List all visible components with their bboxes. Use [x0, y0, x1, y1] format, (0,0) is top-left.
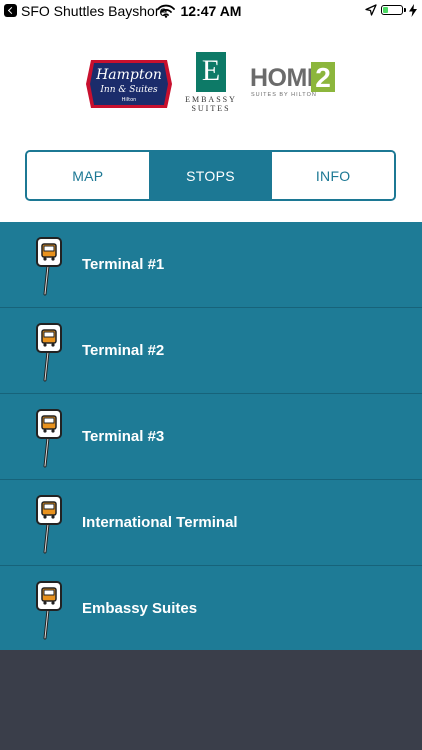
- tab-map[interactable]: MAP: [27, 152, 149, 199]
- stop-label: Embassy Suites: [82, 600, 198, 617]
- battery-cap: [404, 8, 406, 12]
- hotel-logos: Hampton Inn & Suites Hilton E EMBASSY SU…: [0, 48, 422, 120]
- stop-label: Terminal #1: [82, 256, 165, 273]
- embassy-line1: EMBASSY: [185, 95, 237, 104]
- stop-row-terminal-1[interactable]: Terminal #1: [0, 222, 422, 308]
- status-bar: SFO Shuttles Bayshore 12:47 AM: [0, 0, 422, 22]
- stop-row-terminal-2[interactable]: Terminal #2: [0, 308, 422, 394]
- home2-sub: SUITES BY HILTON: [251, 92, 317, 98]
- tab-stops[interactable]: STOPS: [148, 152, 272, 199]
- stop-row-terminal-3[interactable]: Terminal #3: [0, 394, 422, 480]
- stop-row-international-terminal[interactable]: International Terminal: [0, 480, 422, 566]
- hampton-line3: Hilton: [122, 97, 137, 103]
- charging-bolt-icon: [409, 4, 417, 17]
- stop-label: Terminal #3: [82, 428, 165, 445]
- view-segmented-control: MAP STOPS INFO: [25, 150, 396, 201]
- location-arrow-icon: [365, 4, 377, 16]
- bus-stop-sign-icon: [36, 323, 62, 382]
- status-time: 12:47 AM: [180, 3, 242, 19]
- empty-footer-area: [0, 650, 422, 750]
- home2-suites-logo: HOME 2 SUITES BY HILTON: [250, 62, 338, 106]
- embassy-mark-letter: E: [201, 54, 221, 87]
- hampton-line2: Inn & Suites: [99, 85, 158, 95]
- stop-label: International Terminal: [82, 514, 238, 531]
- bus-stop-sign-icon: [36, 237, 62, 296]
- embassy-suites-logo: E EMBASSY SUITES: [178, 52, 244, 113]
- bus-stop-sign-icon: [36, 409, 62, 468]
- embassy-mark: E: [196, 52, 226, 92]
- battery-level: [383, 7, 388, 13]
- stop-label: Terminal #2: [82, 342, 165, 359]
- home2-numeral: 2: [311, 62, 335, 93]
- stops-list: Terminal #1 Terminal #2 Terminal #3 Inte…: [0, 222, 422, 652]
- bus-stop-sign-icon: [36, 495, 62, 554]
- embassy-line2: SUITES: [191, 104, 231, 113]
- stop-row-embassy-suites[interactable]: Embassy Suites: [0, 566, 422, 652]
- hampton-badge-shape: Hampton Inn & Suites Hilton: [86, 60, 172, 108]
- battery-icon: [381, 5, 403, 15]
- hampton-inn-logo: Hampton Inn & Suites Hilton: [86, 56, 172, 112]
- bus-stop-sign-icon: [36, 581, 62, 640]
- hampton-line1: Hampton: [95, 67, 162, 83]
- tab-info[interactable]: INFO: [271, 152, 394, 199]
